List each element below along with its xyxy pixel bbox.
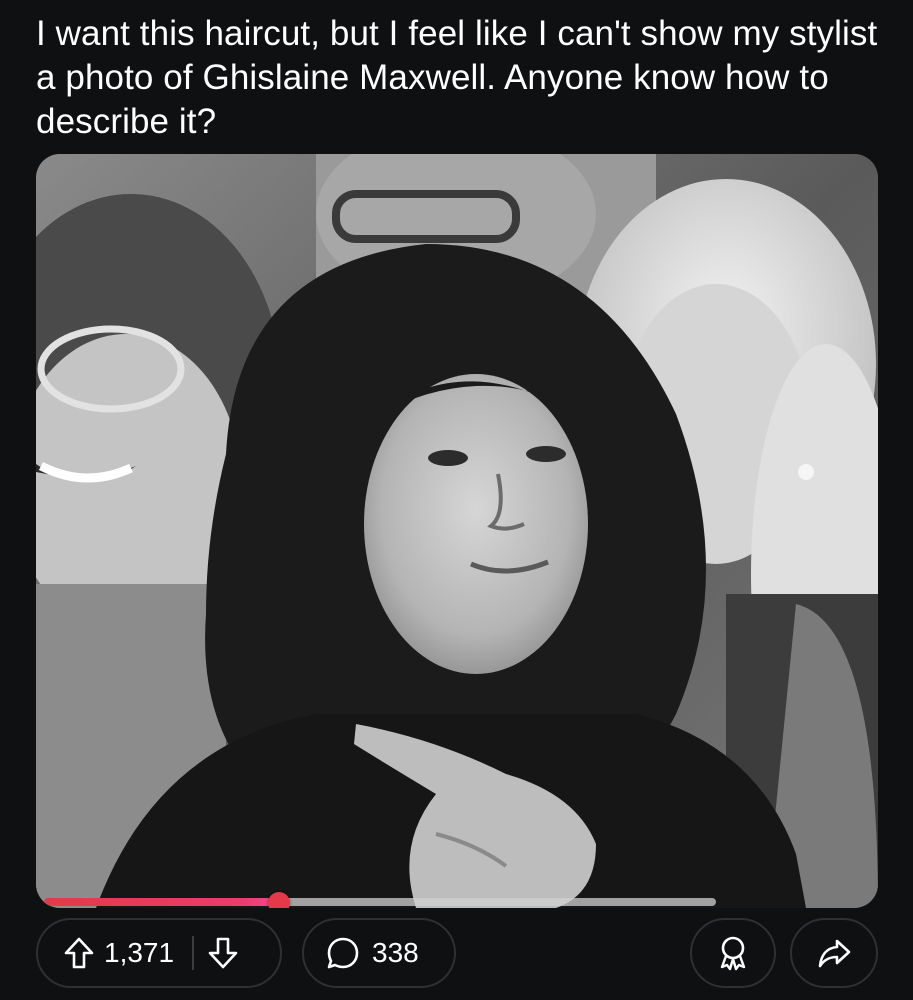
video-progress-fill [44, 898, 280, 906]
share-button[interactable] [790, 918, 878, 988]
post-video[interactable] [36, 154, 878, 908]
comment-button[interactable]: 338 [302, 918, 456, 988]
video-progress-bar[interactable] [44, 892, 716, 908]
arrow-down-outline-icon[interactable] [208, 937, 238, 969]
comment-count: 338 [372, 937, 419, 968]
post-action-bar: 1,371 338 [0, 918, 913, 992]
video-scrubber-handle[interactable] [268, 892, 291, 908]
award-button[interactable] [690, 918, 776, 988]
upvote-count: 1,371 [104, 937, 175, 968]
share-arrow-icon [817, 937, 851, 969]
award-ribbon-icon [716, 935, 750, 971]
vote-pill: 1,371 [36, 918, 282, 988]
vote-divider [192, 936, 195, 970]
speech-bubble-icon [326, 936, 360, 970]
video-frame-photo [36, 154, 878, 908]
post-title[interactable]: I want this haircut, but I feel like I c… [36, 12, 886, 144]
arrow-up-outline-icon[interactable] [64, 937, 94, 969]
post-card: I want this haircut, but I feel like I c… [0, 0, 913, 1000]
